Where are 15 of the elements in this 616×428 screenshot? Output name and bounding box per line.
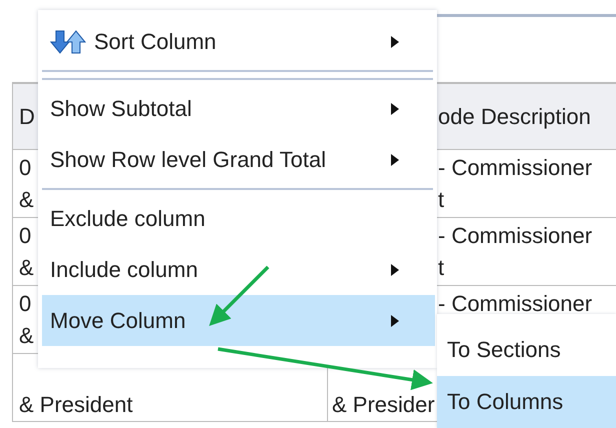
menu-item-label: Include column bbox=[50, 256, 199, 282]
submenu-caret-icon bbox=[391, 314, 399, 326]
submenu-caret-icon bbox=[391, 154, 399, 166]
submenu-item[interactable]: To Sections bbox=[437, 324, 616, 376]
submenu-caret-icon bbox=[391, 264, 399, 276]
submenu-caret-icon bbox=[391, 36, 399, 48]
menu-item-label: Show Subtotal bbox=[50, 96, 193, 122]
submenu-item[interactable]: To Columns bbox=[437, 376, 616, 428]
sort-arrows-icon bbox=[50, 28, 86, 54]
menu-item-label: Sort Column bbox=[94, 28, 218, 54]
menu-item[interactable]: Move Column bbox=[42, 295, 435, 346]
annotation-arrow bbox=[209, 266, 270, 326]
menu-item-label: Move Column bbox=[50, 308, 187, 334]
submenu-caret-icon bbox=[391, 102, 399, 114]
menu-item[interactable]: Sort Column bbox=[42, 16, 435, 67]
